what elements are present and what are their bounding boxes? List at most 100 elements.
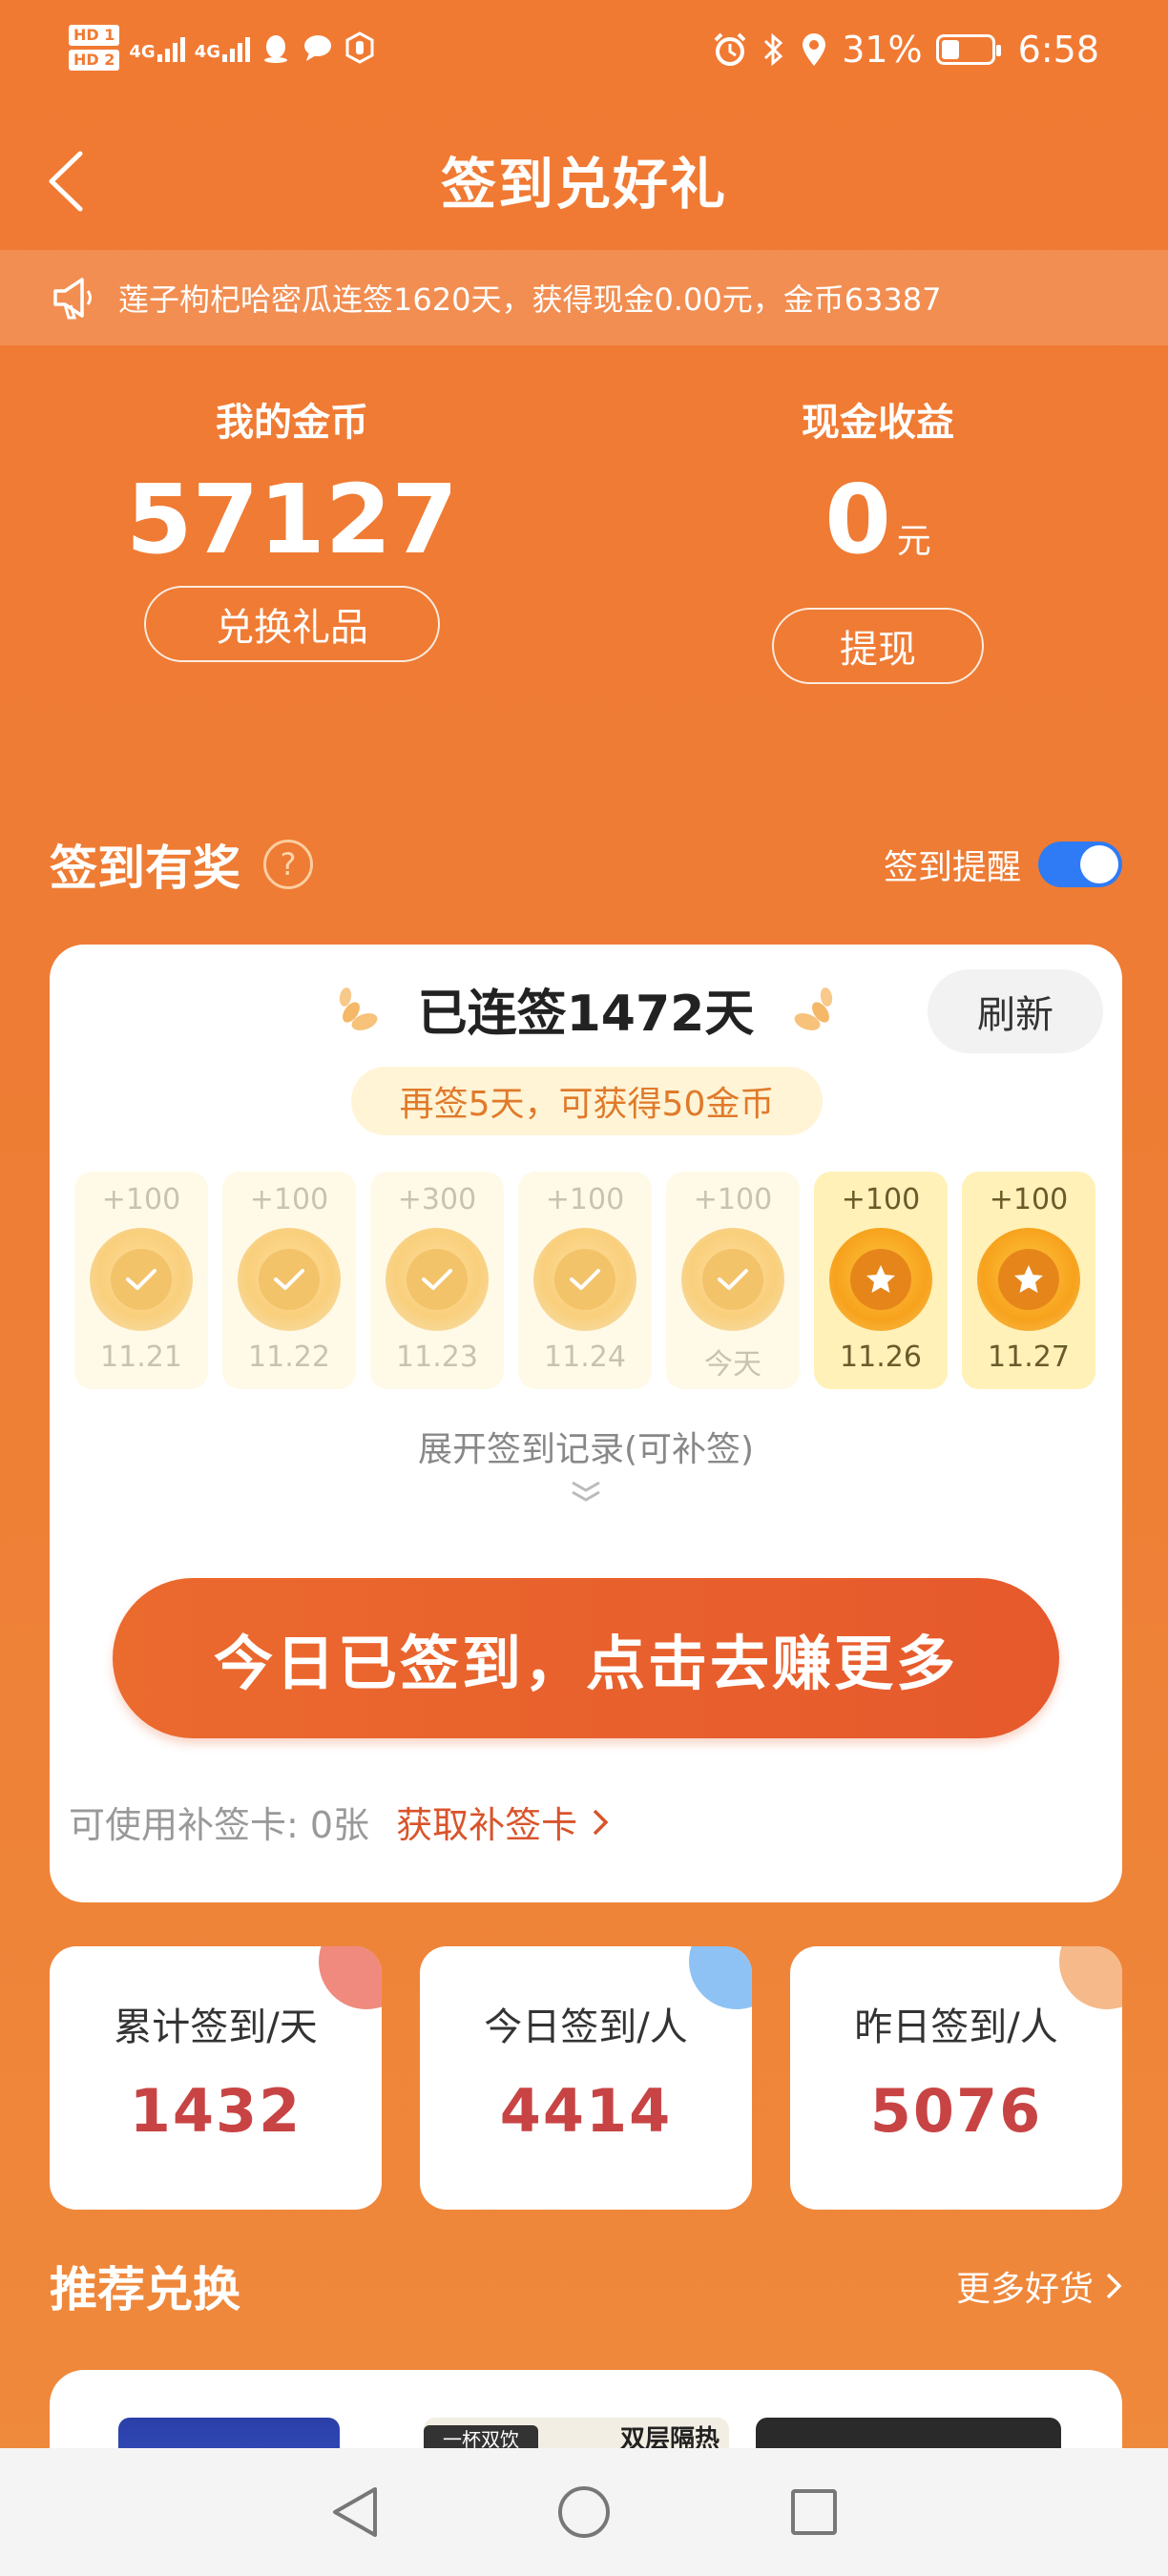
nav-home-button[interactable]	[551, 2479, 617, 2545]
reminder-label: 签到提醒	[883, 848, 1021, 887]
day-points: +300	[397, 1183, 477, 1216]
system-nav-bar	[0, 2448, 1168, 2576]
stat-label: 昨日签到/人	[854, 2005, 1058, 2049]
day-date: 11.24	[544, 1340, 626, 1374]
coins-panel: 我的金币 57127 兑换礼品	[92, 391, 492, 662]
refresh-button[interactable]: 刷新	[928, 969, 1103, 1053]
more-goods-link[interactable]: 更多好货	[956, 2261, 1122, 2311]
total-checkin-card: 累计签到/天 1432	[50, 1946, 382, 2210]
day-points: +100	[841, 1183, 921, 1216]
day-cell: +100 11.24	[518, 1172, 652, 1389]
circle-home-icon	[557, 2486, 610, 2538]
hd2-badge: HD 2	[69, 50, 120, 71]
day-cell: +100 11.22	[222, 1172, 356, 1389]
notice-banner: 莲子枸杞哈密瓜连签1620天，获得现金0.00元，金币63387	[0, 250, 1168, 345]
signal-2: 4G	[195, 33, 250, 62]
withdraw-button[interactable]: 提现	[772, 608, 984, 684]
day-cell: +100 11.21	[74, 1172, 208, 1389]
hand-stop-icon	[345, 31, 374, 64]
coins-value: 57127	[126, 464, 458, 575]
recommend-title: 推荐兑换	[50, 2262, 240, 2317]
star-coin-icon	[977, 1228, 1080, 1331]
checkin-section-title-row: 签到有奖 ?	[50, 830, 313, 899]
makeup-card-row: 可使用补签卡: 0张 获取补签卡	[69, 1796, 610, 1848]
signal-1: 4G	[129, 33, 185, 62]
square-recents-icon	[791, 2489, 838, 2535]
battery-percent: 31%	[842, 29, 923, 71]
double-chevron-down-icon[interactable]	[567, 1477, 605, 1506]
checkin-stats: 累计签到/天 1432 今日签到/人 4414 昨日签到/人 5076	[50, 1946, 1122, 2210]
clock: 6:58	[1017, 29, 1099, 71]
day-date: 今天	[704, 1348, 761, 1381]
stat-value: 1432	[129, 2076, 302, 2146]
day-cell-today: +100 今天	[666, 1172, 800, 1389]
battery-icon	[935, 34, 1001, 65]
checkin-section-title: 签到有奖	[50, 841, 240, 896]
makeup-card-count: 可使用补签卡: 0张	[69, 1804, 370, 1846]
earn-more-button[interactable]: 今日已签到，点击去赚更多	[113, 1578, 1059, 1738]
hd1-badge: HD 1	[69, 25, 120, 46]
stat-value: 5076	[869, 2076, 1043, 2146]
get-makeup-card-label: 获取补签卡	[396, 1804, 578, 1846]
chevron-right-icon	[593, 1809, 609, 1835]
today-checkin-card: 今日签到/人 4414	[420, 1946, 752, 2210]
hd-indicators: HD 1 HD 2	[69, 25, 120, 71]
star-coin-icon	[829, 1228, 932, 1331]
recommend-head: 推荐兑换 更多好货	[50, 2252, 1122, 2320]
streak-text: 已连签1472天	[417, 986, 755, 1043]
checkin-days: +100 11.21 +100 11.22 +300 11.23 +100 11…	[74, 1172, 1095, 1389]
status-bar-right: 31% 6:58	[712, 29, 1099, 71]
day-date: 11.22	[248, 1340, 330, 1374]
qq-icon	[264, 35, 287, 63]
chat-bubble-icon	[304, 35, 331, 61]
day-date: 11.27	[988, 1340, 1070, 1374]
nav-back-button[interactable]	[321, 2479, 387, 2545]
page-title: 签到兑好礼	[440, 152, 727, 217]
expand-record-link[interactable]: 展开签到记录(可补签)	[50, 1422, 1122, 1471]
day-points: +100	[249, 1183, 329, 1216]
status-bar-left: HD 1 HD 2 4G 4G	[69, 25, 376, 71]
redeem-gift-button[interactable]: 兑换礼品	[144, 586, 440, 662]
checked-coin-icon	[533, 1228, 636, 1331]
day-date: 11.26	[840, 1340, 922, 1374]
chevron-right-icon	[1106, 2273, 1122, 2299]
day-points: +100	[545, 1183, 625, 1216]
reminder-toggle[interactable]	[1038, 841, 1122, 887]
checked-coin-icon	[90, 1228, 193, 1331]
nav-recents-button[interactable]	[781, 2479, 847, 2545]
checked-coin-icon	[681, 1228, 784, 1331]
day-cell: +300 11.23	[370, 1172, 504, 1389]
checked-coin-icon	[238, 1228, 341, 1331]
cash-value: 0	[824, 464, 891, 575]
laurel-left-icon	[339, 987, 378, 1030]
checkin-section-head: 签到有奖 ? 签到提醒	[50, 830, 1122, 899]
get-makeup-card-link[interactable]: 获取补签卡	[396, 1796, 610, 1848]
checked-coin-icon	[386, 1228, 489, 1331]
stat-value: 4414	[499, 2076, 673, 2146]
day-date: 11.21	[100, 1340, 182, 1374]
coins-title: 我的金币	[216, 401, 368, 445]
day-points: +100	[693, 1183, 773, 1216]
reminder-setting: 签到提醒	[884, 840, 1122, 889]
signal-bars-1-icon	[156, 33, 185, 62]
day-date: 11.23	[396, 1340, 478, 1374]
alarm-icon	[714, 32, 746, 66]
cash-panel: 现金收益 0元 提现	[678, 391, 1078, 684]
network-type-1: 4G	[129, 42, 156, 62]
stat-label: 累计签到/天	[114, 2005, 318, 2049]
day-points: +100	[989, 1183, 1069, 1216]
day-points: +100	[101, 1183, 181, 1216]
day-cell-upcoming: +100 11.27	[962, 1172, 1095, 1389]
more-goods-label: 更多好货	[955, 2270, 1094, 2309]
cash-value-row: 0元	[678, 467, 1078, 594]
network-type-2: 4G	[194, 42, 220, 62]
checkin-card: 已连签1472天 刷新 再签5天，可获得50金币 +100 11.21 +100…	[50, 945, 1122, 1902]
location-icon	[803, 33, 826, 66]
cash-title: 现金收益	[802, 401, 954, 445]
status-bar: HD 1 HD 2 4G 4G 31% 6:58	[0, 0, 1168, 114]
yesterday-checkin-card: 昨日签到/人 5076	[790, 1946, 1122, 2210]
cash-unit: 元	[896, 522, 931, 561]
help-icon[interactable]: ?	[263, 840, 313, 889]
notice-text: 莲子枸杞哈密瓜连签1620天，获得现金0.00元，金币63387	[118, 281, 942, 318]
bluetooth-icon	[764, 32, 783, 67]
